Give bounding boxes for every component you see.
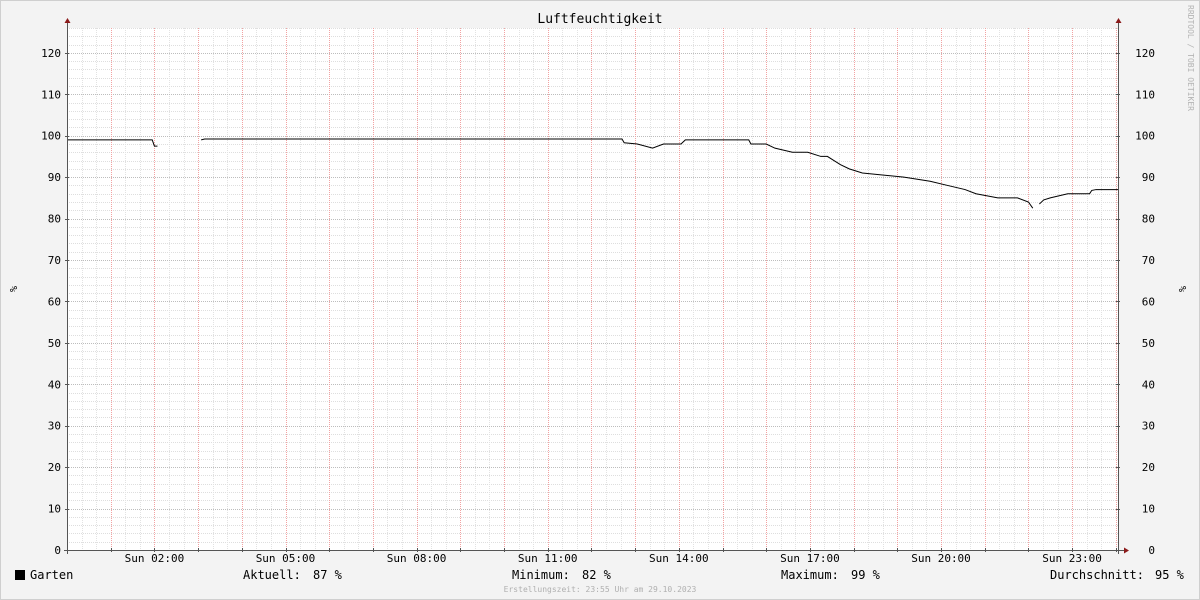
- y-tick-label-right: 60: [1142, 295, 1155, 308]
- y-tick-label-right: 10: [1142, 503, 1155, 516]
- current-value: 87 %: [313, 568, 343, 582]
- maximum-value: 99 %: [851, 568, 881, 582]
- watermark: RRDTOOL / TOBI OETIKER: [1186, 5, 1195, 111]
- y-tick-label-right: 80: [1142, 213, 1155, 226]
- y-axis-label-right: %: [1176, 286, 1187, 292]
- x-tick-label: Sun 02:00: [125, 552, 185, 565]
- x-tick-label: Sun 20:00: [911, 552, 971, 565]
- x-tick-label: Sun 23:00: [1042, 552, 1102, 565]
- x-tick-label: Sun 08:00: [387, 552, 447, 565]
- x-tick-label: Sun 17:00: [780, 552, 840, 565]
- y-tick-label-left: 90: [48, 171, 61, 184]
- current-label: Aktuell:: [243, 568, 301, 582]
- chart-title: Luftfeuchtigkeit: [537, 12, 662, 27]
- y-tick-label-right: 40: [1142, 378, 1155, 391]
- minimum-value: 82 %: [582, 568, 612, 582]
- x-tick-label: Sun 14:00: [649, 552, 709, 565]
- y-tick-label-right: 70: [1142, 254, 1155, 267]
- maximum-label: Maximum:: [781, 568, 839, 582]
- minimum-label: Minimum:: [512, 568, 570, 582]
- y-tick-label-right: 110: [1135, 88, 1155, 101]
- y-tick-label-right: 100: [1135, 130, 1155, 143]
- average-label: Durchschnitt:: [1050, 568, 1144, 582]
- y-tick-label-left: 70: [48, 254, 61, 267]
- y-tick-label-left: 50: [48, 337, 61, 350]
- y-tick-label-left: 0: [54, 544, 61, 557]
- average-value: 95 %: [1155, 568, 1185, 582]
- y-tick-label-right: 90: [1142, 171, 1155, 184]
- y-tick-label-left: 120: [41, 47, 61, 60]
- y-tick-label-right: 20: [1142, 461, 1155, 474]
- y-tick-label-right: 50: [1142, 337, 1155, 350]
- y-tick-label-left: 30: [48, 420, 61, 433]
- legend-series-label: Garten: [30, 568, 73, 582]
- y-tick-label-left: 110: [41, 88, 61, 101]
- y-tick-label-left: 20: [48, 461, 61, 474]
- x-tick-label: Sun 11:00: [518, 552, 578, 565]
- y-tick-label-right: 30: [1142, 420, 1155, 433]
- legend-swatch: [15, 570, 25, 580]
- y-tick-label-left: 100: [41, 130, 61, 143]
- y-tick-label-left: 10: [48, 503, 61, 516]
- y-tick-label-left: 40: [48, 378, 61, 391]
- rrd-graph: 0 10 20 30 40 50 60 70 80 90 100 110 120 0 10 20 30 40 50…: [0, 0, 1200, 600]
- x-tick-label: Sun 05:00: [256, 552, 316, 565]
- y-tick-label-left: 80: [48, 213, 61, 226]
- y-tick-label-right: 0: [1148, 544, 1155, 557]
- y-axis-label-left: %: [7, 286, 18, 292]
- y-tick-label-left: 60: [48, 295, 61, 308]
- creation-time: Erstellungszeit: 23:55 Uhr am 29.10.2023: [504, 585, 697, 594]
- y-tick-label-right: 120: [1135, 47, 1155, 60]
- plot-area: [67, 28, 1118, 550]
